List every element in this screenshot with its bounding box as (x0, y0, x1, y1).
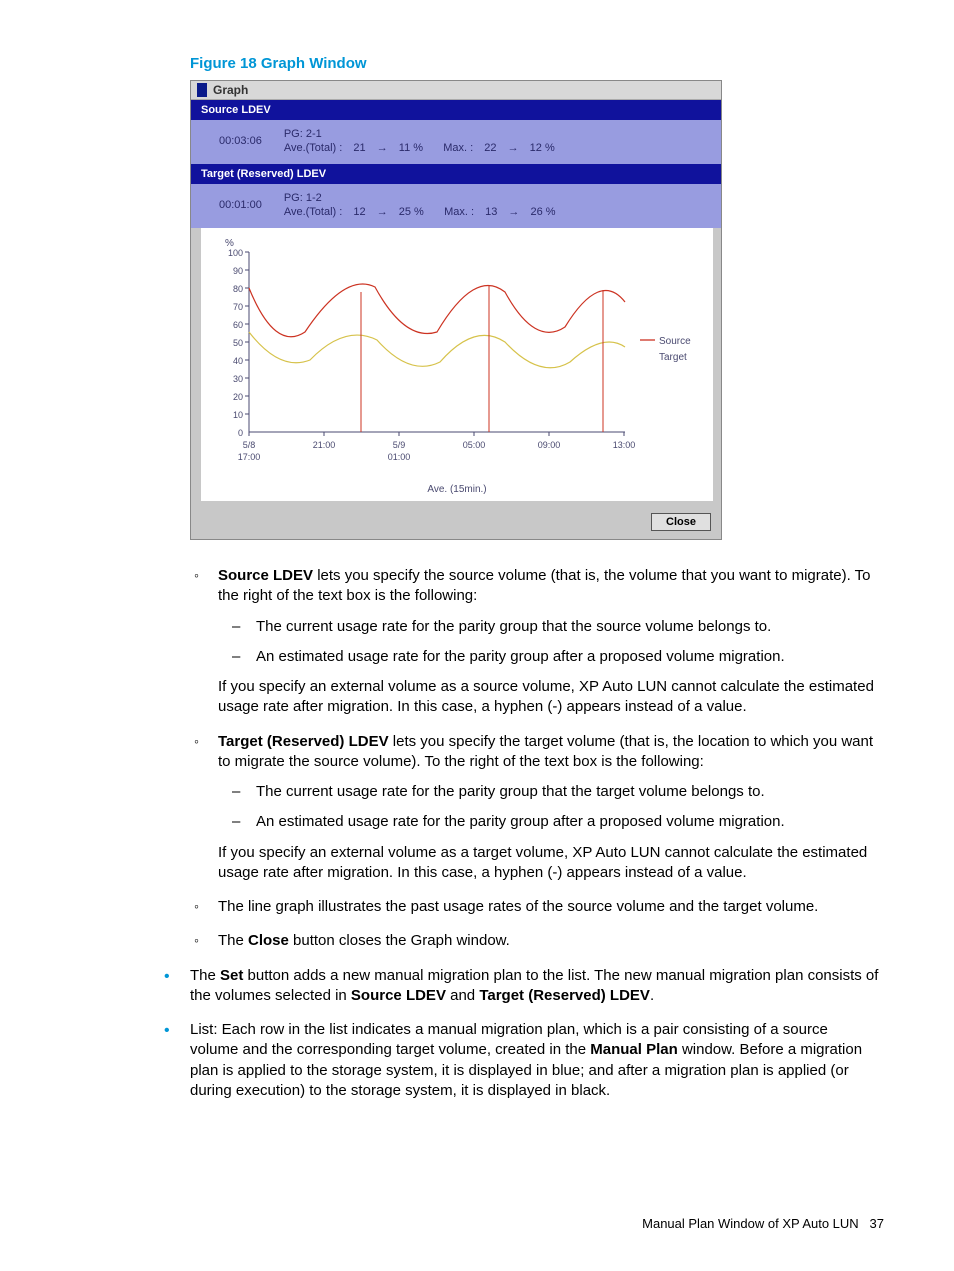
body-text: Source LDEV lets you specify the source … (190, 566, 880, 1101)
source-ldev-header: Source LDEV (191, 100, 721, 120)
svg-text:100: 100 (228, 248, 243, 258)
chart-area: % 1009080 706050 403020 100 (201, 228, 713, 501)
bold-target-ldev: Target (Reserved) LDEV (218, 733, 389, 750)
legend-source: Source (659, 336, 691, 347)
list-item: The Close button closes the Graph window… (190, 931, 880, 951)
list-item: The line graph illustrates the past usag… (190, 897, 880, 917)
footer-text: Manual Plan Window of XP Auto LUN (642, 1216, 859, 1231)
target-time: 00:01:00 (219, 192, 262, 211)
tgt-ave-to: 25 % (399, 206, 424, 218)
svg-text:50: 50 (233, 338, 243, 348)
arrow-icon: → (377, 142, 388, 154)
text-span: and (446, 987, 479, 1004)
chart-xlabel: Ave. (15min.) (205, 484, 709, 495)
svg-text:10: 10 (233, 410, 243, 420)
src-ave-to: 11 % (399, 142, 423, 154)
window-title: Graph (213, 83, 248, 97)
bold-target-ldev2: Target (Reserved) LDEV (479, 987, 650, 1004)
paragraph: If you specify an external volume as a s… (218, 677, 880, 718)
figure-caption: Figure 18 Graph Window (190, 55, 884, 72)
arrow-icon: → (377, 206, 388, 218)
svg-text:09:00: 09:00 (538, 440, 561, 450)
tgt-max-label: Max. : (444, 206, 474, 218)
svg-text:13:00: 13:00 (613, 440, 636, 450)
svg-text:90: 90 (233, 266, 243, 276)
src-max-to: 12 % (530, 142, 555, 154)
svg-text:0: 0 (238, 428, 243, 438)
src-max-label: Max. : (443, 142, 473, 154)
page-footer: Manual Plan Window of XP Auto LUN 37 (642, 1216, 884, 1231)
tgt-max-to: 26 % (530, 206, 555, 218)
svg-text:5/8: 5/8 (243, 440, 256, 450)
list-item: List: Each row in the list indicates a m… (156, 1020, 880, 1101)
svg-text:17:00: 17:00 (238, 452, 261, 462)
text-span: The (218, 932, 248, 949)
arrow-icon: → (508, 142, 519, 154)
svg-text:30: 30 (233, 374, 243, 384)
list-item: The current usage rate for the parity gr… (218, 617, 880, 637)
list-item: The current usage rate for the parity gr… (218, 782, 880, 802)
title-icon (197, 83, 207, 97)
svg-text:70: 70 (233, 302, 243, 312)
paragraph: If you specify an external volume as a t… (218, 843, 880, 884)
list-item: An estimated usage rate for the parity g… (218, 647, 880, 667)
tgt-ave-from: 12 (353, 206, 365, 218)
tgt-max-from: 13 (485, 206, 497, 218)
legend-target: Target (659, 352, 687, 363)
bold-close: Close (248, 932, 289, 949)
source-metrics: Ave.(Total) : 21 → 11 % Max. : 22 → 12 % (284, 142, 563, 154)
list-item: An estimated usage rate for the parity g… (218, 812, 880, 832)
bold-set: Set (220, 967, 243, 984)
bold-source-ldev2: Source LDEV (351, 987, 446, 1004)
svg-text:5/9: 5/9 (393, 440, 406, 450)
page-number: 37 (870, 1216, 884, 1231)
source-ldev-body: 00:03:06 PG: 2-1 Ave.(Total) : 21 → 11 %… (191, 120, 721, 164)
target-line (249, 332, 625, 368)
src-ave-from: 21 (353, 142, 365, 154)
source-time: 00:03:06 (219, 128, 262, 147)
bold-source-ldev: Source LDEV (218, 567, 313, 584)
list-item: Source LDEV lets you specify the source … (190, 566, 880, 718)
src-ave-label: Ave.(Total) : (284, 142, 343, 154)
close-button[interactable]: Close (651, 513, 711, 531)
window-title-bar: Graph (191, 81, 721, 100)
target-ldev-header: Target (Reserved) LDEV (191, 164, 721, 184)
tgt-ave-label: Ave.(Total) : (284, 206, 343, 218)
svg-text:21:00: 21:00 (313, 440, 336, 450)
source-pg: PG: 2-1 (284, 128, 563, 140)
arrow-icon: → (508, 206, 519, 218)
list-item: The Set button adds a new manual migrati… (156, 966, 880, 1007)
target-ldev-body: 00:01:00 PG: 1-2 Ave.(Total) : 12 → 25 %… (191, 184, 721, 228)
target-pg: PG: 1-2 (284, 192, 564, 204)
list-item: Target (Reserved) LDEV lets you specify … (190, 732, 880, 884)
svg-text:20: 20 (233, 392, 243, 402)
src-max-from: 22 (484, 142, 496, 154)
text-span: The (190, 967, 220, 984)
text-span: . (650, 987, 654, 1004)
text-span: lets you specify the source volume (that… (218, 567, 871, 604)
svg-text:40: 40 (233, 356, 243, 366)
target-metrics: Ave.(Total) : 12 → 25 % Max. : 13 → 26 % (284, 206, 564, 218)
usage-chart: % 1009080 706050 403020 100 (205, 232, 715, 482)
svg-text:60: 60 (233, 320, 243, 330)
svg-text:05:00: 05:00 (463, 440, 486, 450)
svg-text:80: 80 (233, 284, 243, 294)
bold-manual-plan: Manual Plan (590, 1041, 678, 1058)
text-span: button closes the Graph window. (289, 932, 510, 949)
graph-window: Graph Source LDEV 00:03:06 PG: 2-1 Ave.(… (190, 80, 722, 540)
source-line (249, 284, 625, 337)
svg-text:01:00: 01:00 (388, 452, 411, 462)
